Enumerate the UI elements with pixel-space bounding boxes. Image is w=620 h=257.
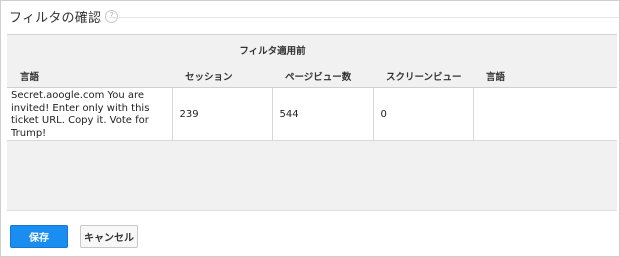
table-row: Secret.aoogle.com You are invited! Enter… <box>7 87 617 141</box>
table-group-header-row: フィルタ適用前 <box>7 35 617 65</box>
cell-language: Secret.aoogle.com You are invited! Enter… <box>7 87 173 141</box>
cell-screenviews: 0 <box>373 87 474 141</box>
help-icon[interactable]: ? <box>105 9 119 23</box>
title-divider <box>109 17 619 18</box>
group-header-before-filter: フィルタ適用前 <box>172 35 373 65</box>
table-column-header-row: 言語 セッション ページビュー数 スクリーンビュー 言語 <box>7 65 617 88</box>
cell-language-2 <box>473 87 617 141</box>
table-panel: フィルタ適用前 言語 セッション ページビュー数 スクリーンビュー 言語 Sec… <box>7 34 617 211</box>
cell-pageviews: 544 <box>272 87 374 141</box>
column-header-language[interactable]: 言語 <box>7 65 172 88</box>
column-header-sessions[interactable]: セッション <box>172 65 272 88</box>
column-header-screenviews[interactable]: スクリーンビュー <box>373 65 473 88</box>
footer-divider <box>7 210 617 211</box>
save-button[interactable]: 保存 <box>10 225 68 248</box>
group-header-spacer <box>373 35 617 65</box>
cell-sessions: 239 <box>172 87 273 141</box>
page-title: フィルタの確認 <box>9 10 102 26</box>
group-header-spacer <box>7 35 172 65</box>
column-header-language-2[interactable]: 言語 <box>473 65 617 88</box>
verification-table: フィルタ適用前 言語 セッション ページビュー数 スクリーンビュー 言語 Sec… <box>7 35 617 141</box>
column-header-pageviews[interactable]: ページビュー数 <box>272 65 373 88</box>
filter-verification-dialog: フィルタの確認 ? フィルタ適用前 言語 セッション ページビュー数 スクリーン… <box>0 0 620 257</box>
cancel-button[interactable]: キャンセル <box>80 225 138 248</box>
title-row: フィルタの確認 ? <box>9 8 119 26</box>
